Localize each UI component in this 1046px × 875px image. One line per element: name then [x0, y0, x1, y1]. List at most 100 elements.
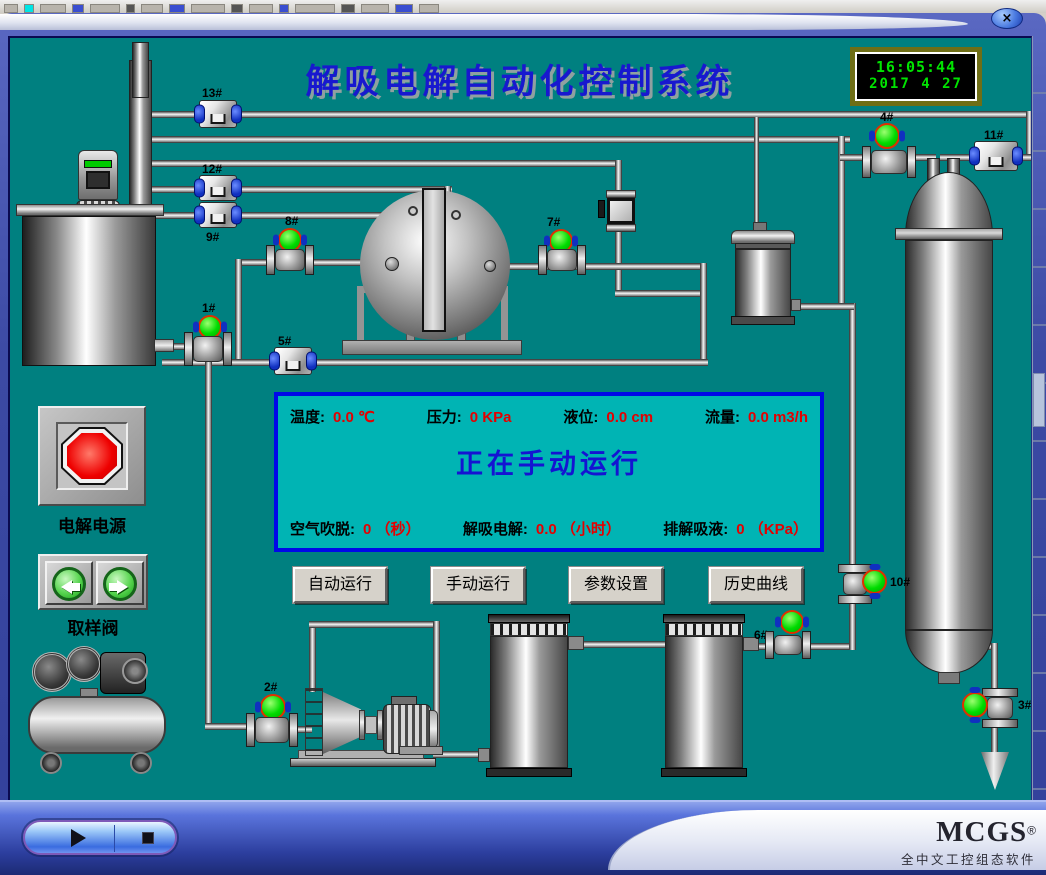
compressor-wheel: [40, 752, 62, 774]
run-control-pill[interactable]: [23, 820, 177, 855]
param-settings-button[interactable]: 参数设置: [569, 567, 663, 603]
close-icon[interactable]: ×: [991, 8, 1023, 29]
toolbar-icon-fragment[interactable]: [395, 4, 413, 13]
valve-9[interactable]: [199, 202, 237, 228]
valve-1[interactable]: [184, 332, 232, 366]
temp-label: 温度:: [290, 409, 325, 426]
process-info-panel: 温度:0.0 ℃ 压力:0 KPa 液位:0.0 cm 流量:0.0 m3/h …: [274, 392, 824, 552]
chimney-top: [132, 42, 149, 98]
column-flange: [895, 228, 1003, 240]
valve-7[interactable]: [538, 245, 586, 275]
feed-tank: [22, 216, 156, 366]
hmi-canvas: 13# 12# 9# 5# 11# 1# 8# 7# 4# 2#: [8, 36, 1032, 800]
pump-shaft: [365, 716, 377, 734]
pipe: [309, 622, 316, 692]
flow-meter-flange: [606, 224, 636, 232]
runtime-frame: ×: [0, 13, 1046, 875]
toolbar-icon-fragment[interactable]: [279, 4, 289, 13]
valve-label: 13#: [202, 86, 222, 100]
pipe: [754, 117, 759, 225]
pipe: [480, 263, 704, 270]
power-button-ring: [61, 427, 123, 485]
pipe: [309, 621, 440, 628]
pipe: [150, 212, 414, 219]
sphere-top-hook: [408, 206, 418, 216]
toolbar-icon-fragment[interactable]: [341, 4, 355, 13]
compressor-pulley: [122, 658, 148, 684]
electrolysis-column: [905, 240, 993, 630]
desorb-label: 解吸电解:: [463, 521, 528, 538]
sphere-top-hook: [451, 210, 461, 220]
valve-4[interactable]: [862, 146, 916, 178]
pipe: [700, 263, 707, 364]
toolbar-icon-fragment[interactable]: [72, 4, 84, 13]
toolbar-icon-fragment[interactable]: [169, 4, 185, 13]
pump-volute: [323, 692, 361, 754]
toolbar-icon-fragment[interactable]: [24, 4, 34, 13]
valve-13[interactable]: [199, 100, 237, 128]
page-title: 解吸电解自动化控制系统: [250, 54, 790, 103]
level-value: 0.0 cm: [606, 409, 653, 426]
valve-8[interactable]: [266, 245, 314, 275]
toolbar-icon-fragment[interactable]: [295, 4, 335, 13]
electrolysis-power-button[interactable]: [67, 433, 117, 479]
toolbar-icon-fragment[interactable]: [191, 4, 225, 13]
valve-6[interactable]: [765, 631, 811, 659]
valve-11[interactable]: [974, 141, 1018, 171]
pipe: [150, 136, 850, 143]
tank-b-lid: [663, 614, 745, 623]
right-arrow-icon: [117, 580, 128, 594]
toolbar-icon-fragment[interactable]: [4, 4, 18, 13]
valve-3-indicator[interactable]: [962, 692, 988, 718]
valve-5[interactable]: [274, 347, 312, 375]
valve-label: 2#: [264, 680, 277, 694]
timers-row: 空气吹脱:0 （秒） 解吸电解:0.0 （小时） 排解吸液:0 （KPa）: [290, 518, 808, 539]
vessel-base: [731, 316, 795, 325]
sphere-stand-base: [342, 340, 522, 355]
run-status-text: 正在手动运行: [278, 442, 820, 481]
manual-run-button[interactable]: 手动运行: [431, 567, 525, 603]
mcgs-runtime-window: ×: [0, 0, 1046, 875]
drain-label: 排解吸液:: [663, 521, 728, 538]
drain-arrow: [981, 752, 1009, 790]
tank-lid: [16, 204, 164, 216]
logo-text: MCGS: [936, 816, 1027, 848]
tank-a-base: [486, 768, 572, 777]
flow-meter-flange: [606, 190, 636, 198]
auto-run-button[interactable]: 自动运行: [293, 567, 387, 603]
app-toolbar[interactable]: [0, 0, 1046, 13]
flow-meter: [607, 198, 635, 224]
stop-icon[interactable]: [142, 832, 154, 844]
pipe: [797, 303, 854, 310]
toolbar-icon-fragment[interactable]: [419, 4, 439, 13]
logo-subtitle: 全中文工控组态软件: [826, 849, 1036, 868]
sphere-right-nozzle: [484, 260, 496, 272]
scrollbar-thumb[interactable]: [1033, 373, 1045, 427]
sample-valve-right-button[interactable]: [96, 561, 144, 605]
play-icon[interactable]: [71, 829, 86, 847]
toolbar-icon-fragment[interactable]: [231, 4, 243, 13]
valve-10-indicator[interactable]: [862, 569, 887, 594]
motor-endcap: [429, 710, 438, 748]
toolbar-icon-fragment[interactable]: [90, 4, 120, 13]
toolbar-icon-fragment[interactable]: [40, 4, 66, 13]
valve-label: 8#: [285, 214, 298, 228]
flow-value: 0.0 m3/h: [748, 409, 808, 426]
titlebar-gloss: [0, 14, 968, 30]
valve-12[interactable]: [199, 175, 237, 201]
column-bottom: [905, 630, 993, 674]
sample-valve-left-button[interactable]: [45, 561, 93, 605]
agitator-indicator: [84, 160, 112, 168]
sphere-left-nozzle: [385, 257, 399, 271]
history-curve-button[interactable]: 历史曲线: [709, 567, 803, 603]
tank-b: [665, 636, 743, 768]
toolbar-icon-fragment[interactable]: [361, 4, 389, 13]
toolbar-icon-fragment[interactable]: [249, 4, 273, 13]
toolbar-icon-fragment[interactable]: [126, 4, 135, 13]
runtime-statusbar: MCGS® 全中文工控组态软件: [0, 800, 1046, 875]
toolbar-icon-fragment[interactable]: [141, 4, 163, 13]
valve-label: 9#: [206, 230, 219, 244]
valve-2[interactable]: [246, 713, 298, 747]
agitator-window: [86, 171, 110, 189]
compressor-tank: [28, 696, 166, 754]
